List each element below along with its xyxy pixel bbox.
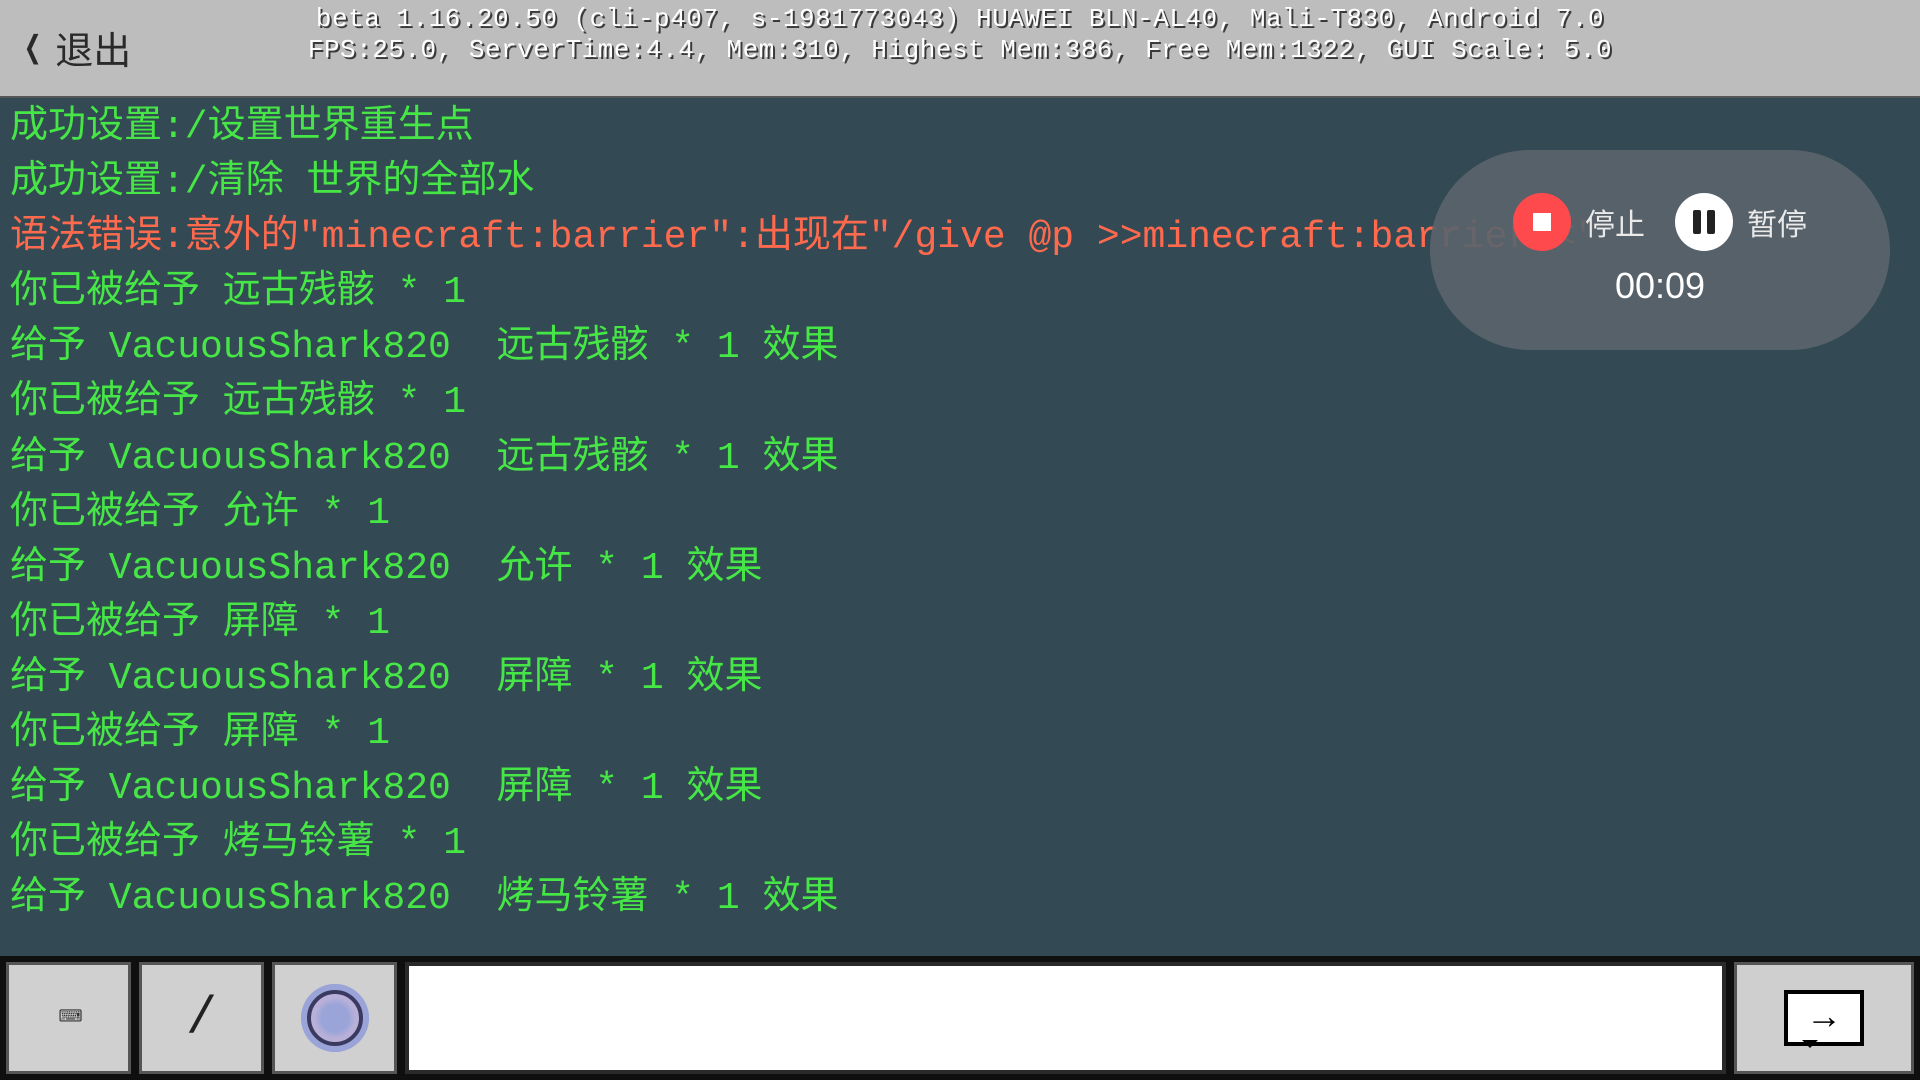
pause-icon: [1675, 193, 1733, 251]
title-bar: ❮ 退出 beta 1.16.20.50 (cli-p407, s-198177…: [0, 0, 1920, 98]
chat-line: 给予 VacuousShark820 允许 * 1 效果: [10, 541, 1900, 596]
gear-icon: [307, 990, 363, 1046]
chat-line: 你已被给予 允许 * 1: [10, 486, 1900, 541]
chat-line: 给予 VacuousShark820 烤马铃薯 * 1 效果: [10, 871, 1900, 926]
chat-line: 你已被给予 屏障 * 1: [10, 706, 1900, 761]
debug-line-2: FPS:25.0, ServerTime:4.4, Mem:310, Highe…: [0, 35, 1920, 66]
recorder-stop-button[interactable]: 停止: [1513, 193, 1645, 251]
stop-icon: [1513, 193, 1571, 251]
bottom-bar: ⌨ / →: [0, 956, 1920, 1080]
settings-button[interactable]: [272, 962, 397, 1074]
chat-line: 你已被给予 烤马铃薯 * 1: [10, 816, 1900, 871]
chat-line: 成功设置:/设置世界重生点: [10, 100, 1900, 155]
keyboard-button[interactable]: ⌨: [6, 962, 131, 1074]
command-slash-button[interactable]: /: [139, 962, 264, 1074]
debug-line-1: beta 1.16.20.50 (cli-p407, s-1981773043)…: [0, 4, 1920, 35]
chat-line: 给予 VacuousShark820 屏障 * 1 效果: [10, 651, 1900, 706]
recorder-pause-label: 暂停: [1747, 200, 1807, 244]
recorder-elapsed: 00:09: [1615, 265, 1705, 307]
slash-icon: /: [186, 989, 217, 1048]
chat-bubble-icon: →: [1784, 990, 1864, 1046]
chat-line: 你已被给予 远古残骸 * 1: [10, 375, 1900, 430]
chat-input[interactable]: [405, 962, 1726, 1074]
recorder-controls: 停止 暂停: [1513, 193, 1807, 251]
recorder-stop-label: 停止: [1585, 200, 1645, 244]
chat-line: 给予 VacuousShark820 屏障 * 1 效果: [10, 761, 1900, 816]
recorder-pause-button[interactable]: 暂停: [1675, 193, 1807, 251]
send-button[interactable]: →: [1734, 962, 1914, 1074]
chat-line: 你已被给予 屏障 * 1: [10, 596, 1900, 651]
chevron-left-icon: ❮: [24, 22, 42, 74]
screen-recorder-overlay: 停止 暂停 00:09: [1430, 150, 1890, 350]
exit-button[interactable]: ❮ 退出: [0, 20, 131, 76]
exit-label: 退出: [55, 20, 131, 76]
keyboard-icon: ⌨: [58, 994, 78, 1043]
chat-line: 给予 VacuousShark820 远古残骸 * 1 效果: [10, 431, 1900, 486]
debug-overlay: beta 1.16.20.50 (cli-p407, s-1981773043)…: [0, 4, 1920, 66]
